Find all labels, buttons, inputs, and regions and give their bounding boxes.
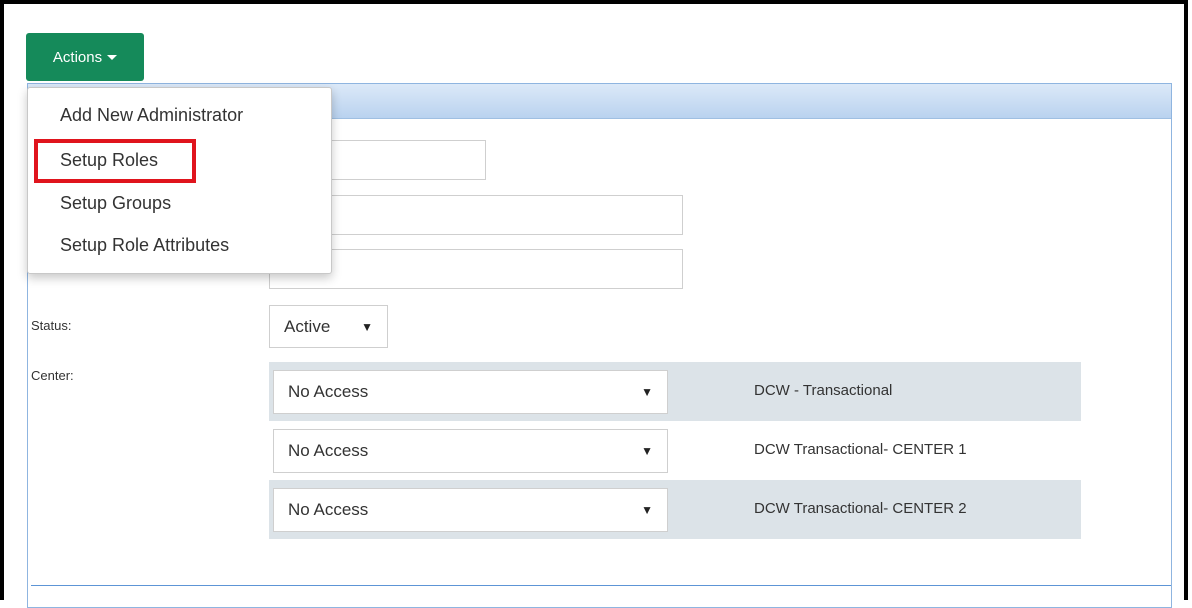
center-access-value: No Access xyxy=(288,500,369,519)
caret-down-icon xyxy=(107,54,118,60)
actions-dropdown-button[interactable]: Actions xyxy=(26,33,144,81)
center-access-select[interactable]: No Access ▼ xyxy=(273,488,668,532)
chevron-down-icon: ▼ xyxy=(641,385,653,399)
menu-item-setup-role-attributes[interactable]: Setup Role Attributes xyxy=(60,235,229,256)
center-access-select[interactable]: No Access ▼ xyxy=(273,429,668,473)
center-row: No Access ▼ DCW Transactional- CENTER 2 xyxy=(269,480,1081,539)
center-access-value: No Access xyxy=(288,441,369,460)
center-label: Center: xyxy=(31,368,74,383)
center-row: No Access ▼ DCW Transactional- CENTER 1 xyxy=(269,421,1081,480)
status-select[interactable]: Active ▼ xyxy=(269,305,388,348)
chevron-down-icon: ▼ xyxy=(641,444,653,458)
actions-label: Actions xyxy=(52,48,103,66)
status-label: Status: xyxy=(31,318,72,333)
highlight-box xyxy=(34,139,196,183)
menu-item-add-new-administrator[interactable]: Add New Administrator xyxy=(60,105,243,126)
chevron-down-icon: ▼ xyxy=(361,319,373,334)
panel-divider xyxy=(31,585,1171,586)
center-name: DCW Transactional- CENTER 1 xyxy=(754,441,967,458)
chevron-down-icon: ▼ xyxy=(641,503,653,517)
center-name: DCW - Transactional xyxy=(754,382,893,399)
menu-item-setup-groups[interactable]: Setup Groups xyxy=(60,193,171,214)
center-row: No Access ▼ DCW - Transactional xyxy=(269,362,1081,421)
center-access-select[interactable]: No Access ▼ xyxy=(273,370,668,414)
center-name: DCW Transactional- CENTER 2 xyxy=(754,500,967,517)
center-access-value: No Access xyxy=(288,382,369,401)
status-value: Active xyxy=(284,316,331,336)
